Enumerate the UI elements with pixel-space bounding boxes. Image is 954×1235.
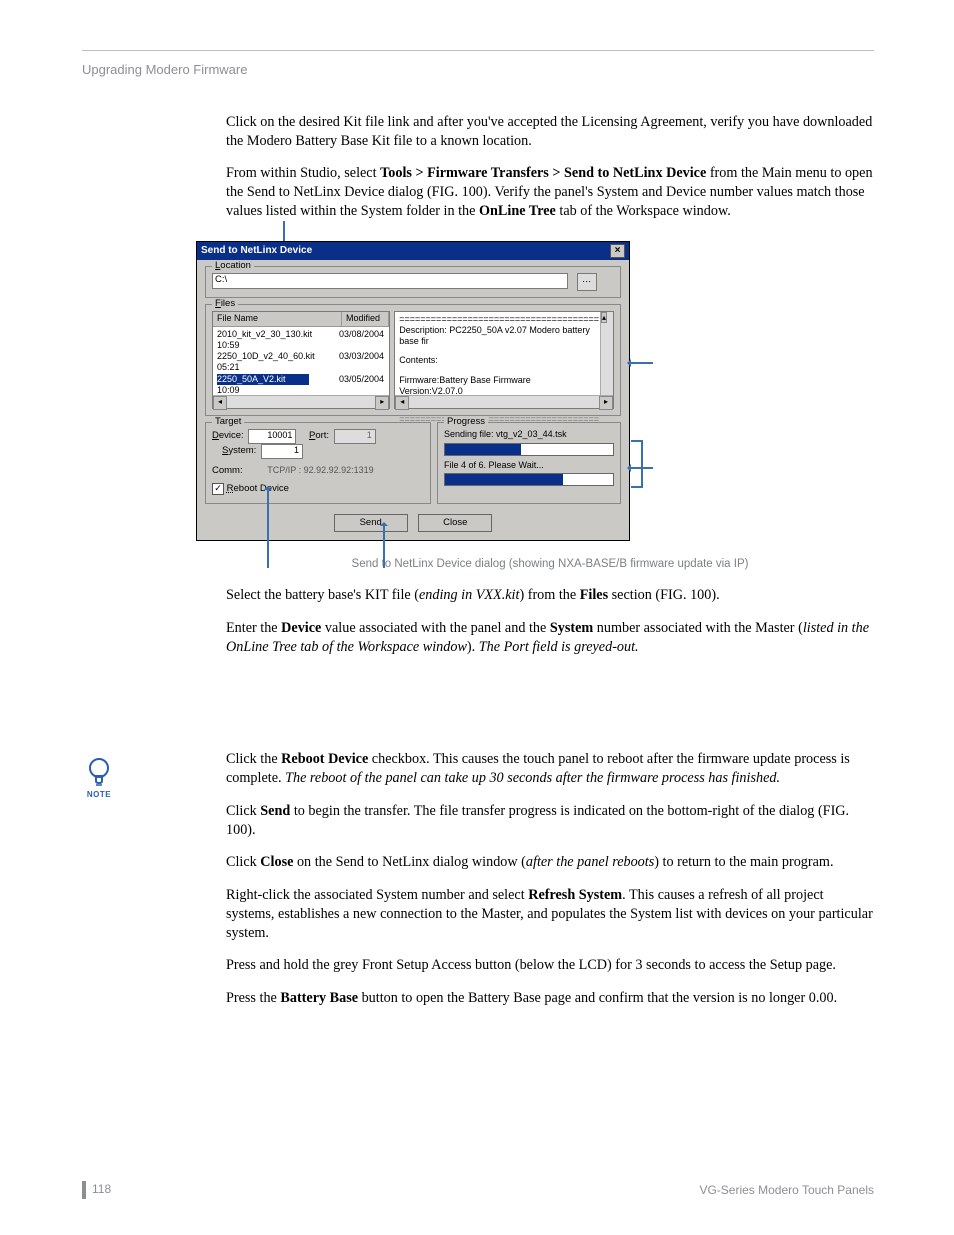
text: section (FIG. 100).	[608, 587, 720, 603]
file-list[interactable]: File Name Modified 2010_kit_v2_30_130.ki…	[212, 311, 390, 409]
text: Select the battery base's KIT file (	[226, 587, 419, 603]
text-bold: Reboot Device	[281, 751, 368, 767]
text: ).	[467, 639, 479, 655]
scroll-right-icon[interactable]: ▸	[599, 396, 613, 410]
section-header: Upgrading Modero Firmware	[82, 62, 247, 77]
paragraph: Click Close on the Send to NetLinx dialo…	[226, 853, 874, 872]
group-label: Location	[212, 260, 254, 273]
checkbox-label: Reboot Device	[227, 483, 289, 494]
text: Right-click the associated System number…	[226, 887, 528, 903]
text-italic: ending in VXX.kit	[419, 587, 519, 603]
text: From within Studio, select	[226, 165, 380, 181]
progress-text: Sending file: vtg_v2_03_44.tsk	[444, 429, 614, 441]
text: Press the	[226, 990, 280, 1006]
files-group: Files File Name Modified 2010_kit_v2_30_…	[205, 304, 621, 416]
text-bold: Refresh System	[528, 887, 622, 903]
scroll-right-icon[interactable]: ▸	[375, 396, 389, 410]
browse-button[interactable]: …	[577, 273, 597, 291]
field-label: System:	[222, 445, 256, 458]
group-label: Target	[212, 416, 244, 429]
text: Firmware:Battery Base Firmware	[399, 375, 599, 386]
text: ) from the	[519, 587, 579, 603]
text: Click	[226, 854, 260, 870]
port-input: 1	[334, 429, 376, 444]
text-bold: OnLine Tree	[479, 203, 556, 219]
menu-path: Tools > Firmware Transfers > Send to Net…	[380, 165, 706, 181]
text: value associated with the panel and the	[321, 620, 550, 636]
close-icon[interactable]: ×	[610, 244, 625, 258]
column-header: Modified	[342, 312, 389, 326]
text: on the Send to NetLinx dialog window (	[293, 854, 526, 870]
progress-bar	[444, 443, 614, 456]
scroll-left-icon[interactable]: ◂	[213, 396, 227, 410]
dialog-titlebar: Send to NetLinx Device ×	[197, 242, 629, 260]
text-bold: Close	[260, 854, 293, 870]
paragraph: Press the Battery Base button to open th…	[226, 989, 874, 1008]
connection-label: TCP/IP : 92.92.92.92:1319	[267, 465, 373, 475]
text: number associated with the Master (	[593, 620, 803, 636]
text: ) to return to the main program.	[654, 854, 833, 870]
text-bold: Device	[281, 620, 321, 636]
list-item[interactable]: 2250_10D_v2_40_60.kit03/03/2004 05:21	[217, 351, 385, 374]
paragraph: Click on the desired Kit file link and a…	[226, 113, 874, 150]
system-input[interactable]: 1	[261, 444, 303, 459]
text: to begin the transfer. The file transfer…	[226, 803, 849, 838]
paragraph: Click the Reboot Device checkbox. This c…	[226, 750, 874, 787]
dialog-title: Send to NetLinx Device	[201, 244, 312, 257]
text: button to open the Battery Base page and…	[358, 990, 837, 1006]
column-header: File Name	[213, 312, 342, 326]
figure: Send to NetLinx Device × Location C:\ … …	[196, 241, 874, 541]
page-footer: 118 VG-Series Modero Touch Panels	[82, 1181, 874, 1199]
location-input[interactable]: C:\	[212, 273, 568, 289]
paragraph: Click Send to begin the transfer. The fi…	[226, 802, 874, 839]
text-italic: The reboot of the panel can take up 30 s…	[285, 770, 780, 786]
scroll-left-icon[interactable]: ◂	[395, 396, 409, 410]
text: Click	[226, 803, 260, 819]
text-bold: System	[550, 620, 593, 636]
description-pane: ▴ ======================================…	[394, 311, 614, 409]
paragraph: From within Studio, select Tools > Firmw…	[226, 164, 874, 220]
paragraph: Press and hold the grey Front Setup Acce…	[226, 956, 874, 975]
target-group: Target Device: 10001 Port: 1 System: 1 C…	[205, 422, 431, 504]
text-bold: Files	[580, 587, 608, 603]
progress-text: File 4 of 6. Please Wait...	[444, 460, 614, 472]
text: Description: PC2250_50A v2.07 Modero bat…	[399, 325, 599, 348]
text: Contents:	[399, 355, 599, 366]
reboot-checkbox[interactable]: ✓	[212, 483, 224, 495]
note-label: NOTE	[82, 790, 116, 799]
text-bold: Send	[260, 803, 290, 819]
location-group: Location C:\ …	[205, 266, 621, 298]
send-button[interactable]: Send	[334, 514, 408, 533]
page-number: 118	[92, 1182, 111, 1196]
text-italic: after the panel reboots	[526, 854, 654, 870]
text: Enter the	[226, 620, 281, 636]
group-label: Progress	[444, 416, 488, 429]
text-italic: The Port field is greyed-out.	[479, 639, 639, 655]
send-to-netlinx-dialog: Send to NetLinx Device × Location C:\ … …	[196, 241, 630, 541]
paragraph: Select the battery base's KIT file (endi…	[226, 586, 874, 605]
list-item[interactable]: 2010_kit_v2_30_130.kit03/08/2004 10:59	[217, 329, 385, 352]
field-label: Port:	[309, 430, 329, 443]
close-button[interactable]: Close	[418, 514, 492, 533]
text: tab of the Workspace window.	[556, 203, 731, 219]
footer-title: VG-Series Modero Touch Panels	[699, 1183, 874, 1197]
figure-caption: Send to NetLinx Device dialog (showing N…	[226, 557, 874, 572]
progress-bar	[444, 473, 614, 486]
device-input[interactable]: 10001	[248, 429, 296, 444]
note-icon: NOTE	[82, 756, 116, 799]
list-item[interactable]: 2250_50A_V2.kit03/05/2004 10:09	[217, 374, 385, 397]
scroll-up-icon[interactable]: ▴	[601, 312, 607, 323]
paragraph: Right-click the associated System number…	[226, 886, 874, 942]
progress-group: Progress Sending file: vtg_v2_03_44.tsk …	[437, 422, 621, 504]
paragraph: Enter the Device value associated with t…	[226, 619, 874, 656]
text-bold: Battery Base	[280, 990, 358, 1006]
text: Click the	[226, 751, 281, 767]
group-label: Files	[212, 298, 238, 311]
field-label: Comm:	[212, 465, 243, 478]
field-label: Device:	[212, 430, 244, 443]
